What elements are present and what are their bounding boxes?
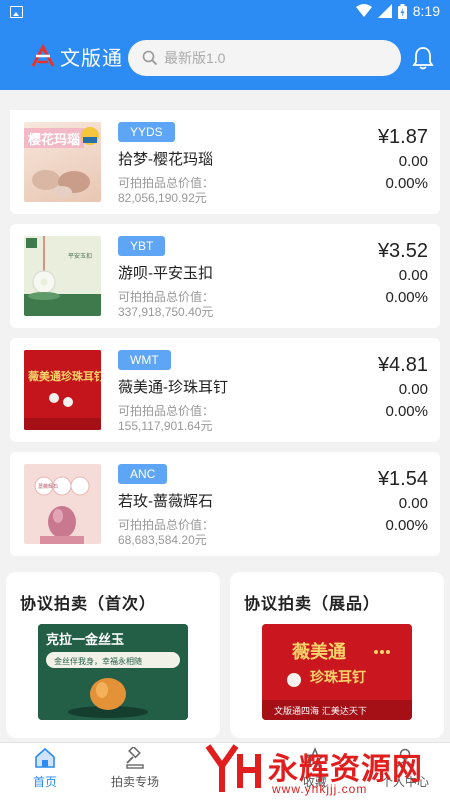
home-icon bbox=[35, 747, 55, 768]
search-placeholder: 最新版1.0 bbox=[164, 50, 226, 66]
product-name: 拾梦-樱花玛瑙 bbox=[118, 151, 213, 168]
total-value: 337,918,750.40元 bbox=[118, 305, 214, 319]
product-card[interactable]: 蔷薇辉石 ANC 若玫-蔷薇辉石 可拍拍品总价值： 68,683,584.20元… bbox=[10, 452, 440, 556]
product-card[interactable]: 薇美通珍珠耳钉 WMT 薇美通-珍珠耳钉 可拍拍品总价值： 155,117,90… bbox=[10, 338, 440, 442]
price-change: 0.00 bbox=[398, 153, 428, 170]
product-price: ¥1.54 bbox=[377, 468, 428, 490]
promo-title: 协议拍卖（首次） bbox=[20, 596, 157, 613]
product-price: ¥3.52 bbox=[377, 240, 428, 262]
product-card[interactable]: 樱花玛瑙 YYDS 拾梦-樱花玛瑙 可拍拍品总价值： 82,056,190.92… bbox=[10, 110, 440, 214]
promo-banner[interactable]: 薇美通 珍珠耳钉 文版通四海 汇美达天下 bbox=[262, 624, 412, 720]
product-thumbnail: 樱花玛瑙 bbox=[24, 122, 101, 202]
thumb-caption: 蔷薇辉石 bbox=[38, 483, 58, 490]
total-value: 82,056,190.92元 bbox=[118, 191, 207, 205]
app-header: 文版通 最新版1.0 bbox=[0, 26, 450, 90]
product-code-badge: YYDS bbox=[118, 122, 175, 142]
price-change-percent: 0.00% bbox=[385, 403, 428, 420]
product-name: 薇美通-珍珠耳钉 bbox=[118, 379, 228, 396]
total-value: 68,683,584.20元 bbox=[118, 533, 207, 547]
promo-card-first-auction[interactable]: 协议拍卖（首次） 克拉一金丝玉 金丝伴我身，幸福永相随 bbox=[6, 572, 220, 738]
logo-text: 文版通 bbox=[60, 46, 123, 70]
search-icon bbox=[142, 50, 158, 66]
banner-subtitle: 金丝伴我身，幸福永相随 bbox=[54, 656, 142, 666]
site-watermark: 永辉资源网 www.yhkjjj.com bbox=[198, 740, 450, 800]
search-bar[interactable]: 最新版1.0 bbox=[128, 40, 401, 76]
price-change: 0.00 bbox=[398, 495, 428, 512]
tab-auction-special[interactable]: 拍卖专场 bbox=[90, 747, 180, 790]
tab-label: 拍卖专场 bbox=[110, 775, 159, 789]
product-thumbnail: 薇美通珍珠耳钉 bbox=[24, 350, 101, 430]
total-value: 155,117,901.64元 bbox=[118, 419, 213, 433]
logo-mark-icon bbox=[31, 43, 55, 67]
signal-icon bbox=[377, 4, 392, 18]
price-change-percent: 0.00% bbox=[385, 289, 428, 306]
notification-bell-icon[interactable] bbox=[412, 46, 434, 70]
promo-card-exhibit-auction[interactable]: 协议拍卖（展品） 薇美通 珍珠耳钉 文版通四海 汇美达天下 bbox=[230, 572, 444, 738]
banner-subtitle: 珍珠耳钉 bbox=[310, 669, 366, 686]
watermark-url: www.yhkjjj.com bbox=[272, 782, 368, 796]
product-price: ¥1.87 bbox=[377, 126, 428, 148]
product-thumbnail: 平安玉扣 bbox=[24, 236, 101, 316]
promo-banner[interactable]: 克拉一金丝玉 金丝伴我身，幸福永相随 bbox=[38, 624, 188, 720]
watermark-logo-icon bbox=[205, 744, 261, 792]
product-name: 若玫-蔷薇辉石 bbox=[118, 493, 213, 510]
price-change-percent: 0.00% bbox=[385, 517, 428, 534]
product-price: ¥4.81 bbox=[377, 354, 428, 376]
price-change: 0.00 bbox=[398, 267, 428, 284]
price-change-percent: 0.00% bbox=[385, 175, 428, 192]
promo-title: 协议拍卖（展品） bbox=[244, 596, 381, 613]
gavel-icon bbox=[126, 747, 144, 769]
product-thumbnail: 蔷薇辉石 bbox=[24, 464, 101, 544]
status-bar: 8:19 bbox=[0, 0, 450, 26]
app-logo: 文版通 bbox=[30, 42, 123, 71]
product-code-badge: WMT bbox=[118, 350, 171, 370]
price-change: 0.00 bbox=[398, 381, 428, 398]
image-notification-icon bbox=[10, 6, 23, 18]
thumb-caption: 薇美通珍珠耳钉 bbox=[28, 369, 101, 383]
tab-label: 首页 bbox=[32, 775, 57, 789]
status-time: 8:19 bbox=[412, 3, 440, 19]
product-code-badge: YBT bbox=[118, 236, 166, 256]
banner-title: 薇美通 bbox=[292, 641, 346, 663]
banner-footer: 文版通四海 汇美达天下 bbox=[274, 705, 367, 717]
tab-home[interactable]: 首页 bbox=[0, 747, 90, 790]
battery-icon bbox=[397, 3, 407, 19]
product-card[interactable]: 平安玉扣 YBT 游呗-平安玉扣 可拍拍品总价值： 337,918,750.40… bbox=[10, 224, 440, 328]
product-code-badge: ANC bbox=[118, 464, 168, 484]
product-name: 游呗-平安玉扣 bbox=[118, 265, 213, 282]
thumb-caption: 平安玉扣 bbox=[68, 252, 92, 260]
banner-title: 克拉一金丝玉 bbox=[46, 632, 124, 648]
wifi-icon bbox=[355, 4, 372, 17]
thumb-caption: 樱花玛瑙 bbox=[28, 132, 80, 148]
